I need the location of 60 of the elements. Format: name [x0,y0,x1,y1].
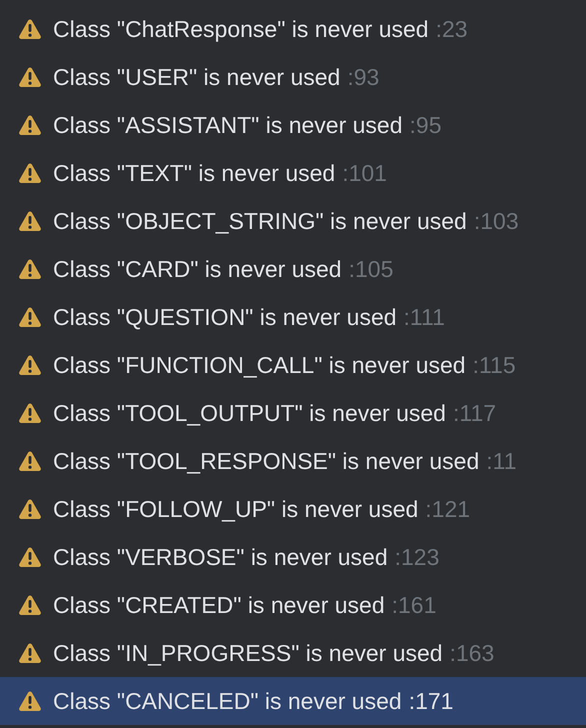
problem-message: Class "OBJECT_STRING" is never used [53,206,467,236]
warning-icon [18,66,42,88]
warning-icon [18,546,42,568]
problem-message: Class "USER" is never used [53,62,340,92]
problem-row[interactable]: Class "ChatResponse" is never used :23 [0,5,586,53]
problem-message: Class "FOLLOW_UP" is never used [53,494,418,524]
problem-row[interactable]: Class "TOOL_RESPONSE" is never used :11 [0,437,586,485]
warning-icon [18,594,42,616]
selected-problem-row[interactable]: Class "CANCELED" is never used :171 [0,677,586,725]
problem-row[interactable]: Class "IN_PROGRESS" is never used :163 [0,629,586,677]
problem-row[interactable]: Class "OBJECT_STRING" is never used :103 [0,197,586,245]
warning-icon [18,642,42,664]
problem-row[interactable]: Class "ASSISTANT" is never used :95 [0,101,586,149]
line-number: :95 [410,110,442,140]
line-number: :115 [472,350,516,380]
problem-message: Class "IN_PROGRESS" is never used [53,638,443,668]
warning-icon [18,114,42,136]
problem-message: Class "ChatResponse" is never used [53,14,429,44]
line-number: :111 [404,302,445,332]
problem-message: Class "TOOL_RESPONSE" is never used [53,446,480,476]
warning-icon [18,258,42,280]
line-number: :23 [436,14,468,44]
line-number: :121 [425,494,470,524]
problem-message: Class "VERBOSE" is never used [53,542,388,572]
warning-icon [18,18,42,40]
warning-icon [18,402,42,424]
line-number: :161 [392,590,436,620]
problem-message: Class "TEXT" is never used [53,158,336,188]
warning-icon [18,354,42,376]
problem-message: Class "ASSISTANT" is never used [53,110,403,140]
line-number: :163 [450,638,494,668]
problem-message: Class "QUESTION" is never used [53,302,397,332]
problem-row[interactable]: Class "USER" is never used :93 [0,53,586,101]
problem-row[interactable]: Class "FOLLOW_UP" is never used :121 [0,485,586,533]
problem-row[interactable]: Class "TEXT" is never used :101 [0,149,586,197]
problem-row[interactable]: Class "TOOL_OUTPUT" is never used :117 [0,389,586,437]
problem-row[interactable]: Class "QUESTION" is never used :111 [0,293,586,341]
problem-row[interactable]: Class "VERBOSE" is never used :123 [0,533,586,581]
problem-message: Class "TOOL_OUTPUT" is never used [53,398,446,428]
warning-icon [18,498,42,520]
problem-row[interactable]: Class "FUNCTION_CALL" is never used :115 [0,341,586,389]
line-number: :117 [452,398,496,428]
line-number: :103 [474,206,519,236]
line-number: :123 [394,542,440,572]
warning-icon [18,162,42,184]
line-number: :93 [347,62,380,92]
line-number: :101 [342,158,387,188]
problem-row[interactable]: Class "CREATED" is never used :161 [0,581,586,629]
warning-icon [18,306,42,328]
problem-message: Class "CANCELED" is never used [53,686,402,716]
line-number: :11 [486,446,517,476]
problem-row[interactable]: Class "CARD" is never used :105 [0,245,586,293]
warning-icon [18,210,42,232]
line-number: :105 [348,254,394,284]
warning-icon [18,690,42,712]
problem-message: Class "CREATED" is never used [53,590,385,620]
line-number: :171 [408,686,454,716]
problem-message: Class "FUNCTION_CALL" is never used [53,350,466,380]
warning-icon [18,450,42,472]
problem-message: Class "CARD" is never used [53,254,342,284]
